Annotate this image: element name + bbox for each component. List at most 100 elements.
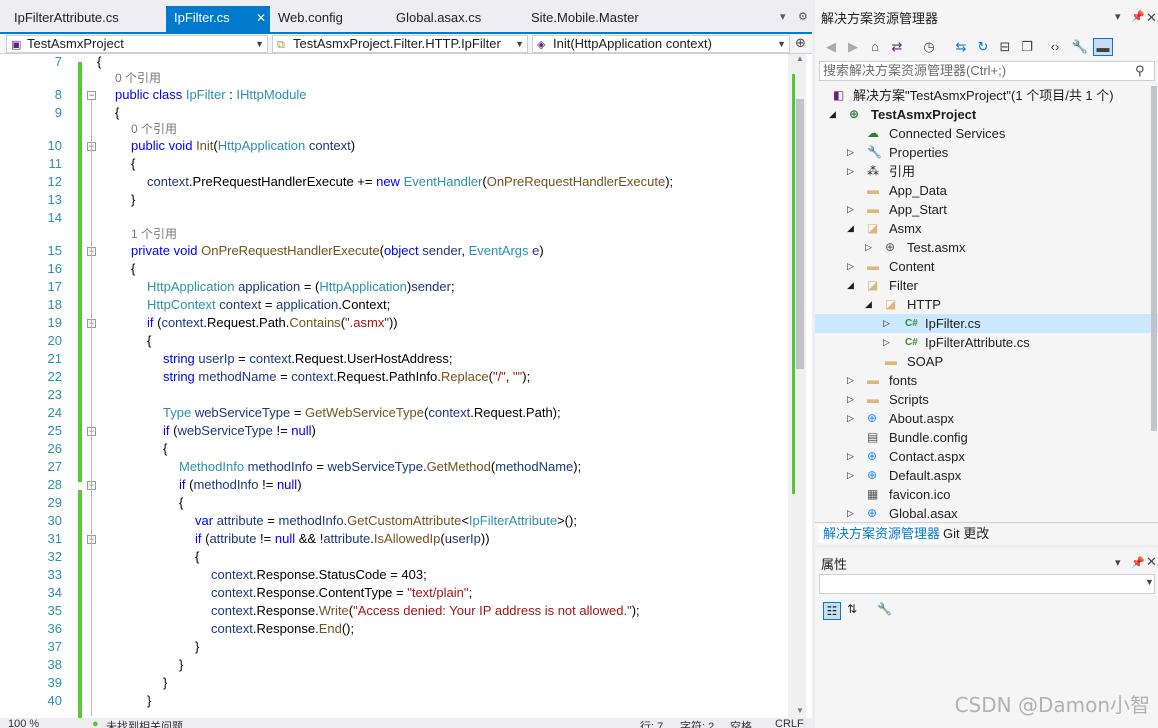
tree-item-filter[interactable]: ◢ ◪ Filter xyxy=(815,276,1158,295)
collapsed-arrow-icon[interactable]: ▷ xyxy=(847,371,854,390)
properties-wrench-icon[interactable]: 🔧 xyxy=(1070,38,1090,56)
alphabetical-sort-icon[interactable]: ⇅ xyxy=(847,602,857,616)
class-reference-count[interactable]: 0 个引用 xyxy=(115,71,161,85)
fold-guide-line xyxy=(91,544,92,654)
refresh-icon[interactable]: ↻ xyxy=(973,38,993,56)
forward-icon[interactable]: ▶ xyxy=(843,38,863,56)
solution-search-input[interactable]: 搜索解决方案资源管理器(Ctrl+;) xyxy=(819,61,1155,81)
panel-menu-icon[interactable]: ▾ xyxy=(1115,556,1121,569)
tree-item-project[interactable]: ◢ ⊕ TestAsmxProject xyxy=(815,105,1158,124)
line-number: 40 xyxy=(47,693,62,708)
code-line-24: Type webServiceType = GetWebServiceType(… xyxy=(163,405,561,420)
home-icon[interactable]: ⌂ xyxy=(865,38,885,56)
tree-item-app-start[interactable]: ▷ ▬ App_Start xyxy=(815,200,1158,219)
pin-icon[interactable]: 📌 xyxy=(1131,556,1145,569)
tree-item-ipfilterattribute-cs[interactable]: ▷ C# IpFilterAttribute.cs xyxy=(815,333,1158,352)
type-dropdown[interactable]: ⧉ TestAsmxProject.Filter.HTTP.IpFilter ▼ xyxy=(272,35,528,53)
collapsed-arrow-icon[interactable]: ▷ xyxy=(847,162,854,181)
tree-item-content[interactable]: ▷ ▬ Content xyxy=(815,257,1158,276)
tree-item-references[interactable]: ▷ ⁂ 引用 xyxy=(815,162,1158,181)
collapsed-arrow-icon[interactable]: ▷ xyxy=(847,504,854,523)
expanded-arrow-icon[interactable]: ◢ xyxy=(847,219,854,238)
tab-git-changes[interactable]: Git 更改 xyxy=(939,525,993,543)
collapse-region-icon[interactable]: − xyxy=(87,91,96,100)
tab-ipfilterattribute-cs[interactable]: IpFilterAttribute.cs xyxy=(6,6,156,30)
handler-reference-count[interactable]: 1 个引用 xyxy=(131,227,177,241)
tree-item-solution[interactable]: ◧ 解决方案"TestAsmxProject"(1 个项目/共 1 个) xyxy=(815,86,1158,105)
collapsed-arrow-icon[interactable]: ▷ xyxy=(847,143,854,162)
tree-item-test-asmx[interactable]: ▷ ⊕ Test.asmx xyxy=(815,238,1158,257)
zoom-level[interactable]: 100 % xyxy=(8,718,39,728)
tree-item-contact-aspx[interactable]: ▷ ⊕ Contact.aspx xyxy=(815,447,1158,466)
tree-item-connected-services[interactable]: ☁ Connected Services xyxy=(815,124,1158,143)
back-icon[interactable]: ◀ xyxy=(821,38,841,56)
tree-item-soap[interactable]: ▬ SOAP xyxy=(815,352,1158,371)
code-line-13: } xyxy=(131,192,136,207)
eol-indicator[interactable]: CRLF xyxy=(775,718,804,728)
init-reference-count[interactable]: 0 个引用 xyxy=(131,122,177,136)
tree-item-http[interactable]: ◢ ◪ HTTP xyxy=(815,295,1158,314)
split-editor-icon[interactable]: ⊕ xyxy=(795,35,806,51)
scroll-up-icon[interactable]: ▲ xyxy=(796,54,804,63)
tab-web-config[interactable]: Web.config xyxy=(270,6,380,30)
collapsed-arrow-icon[interactable]: ▷ xyxy=(865,238,872,257)
close-tab-icon[interactable]: ✕ xyxy=(256,6,266,30)
pending-changes-filter-icon[interactable]: ◷ xyxy=(919,38,939,56)
tree-item-about-aspx[interactable]: ▷ ⊕ About.aspx xyxy=(815,409,1158,428)
tree-item-ipfilter-cs[interactable]: ▷ C# IpFilter.cs xyxy=(815,314,1158,333)
tree-item-global-asax[interactable]: ▷ ⊕ Global.asax xyxy=(815,504,1158,523)
scroll-down-icon[interactable]: ▼ xyxy=(796,706,804,715)
tree-item-asmx[interactable]: ◢ ◪ Asmx xyxy=(815,219,1158,238)
line-number: 16 xyxy=(47,261,62,276)
scrollbar-thumb[interactable] xyxy=(796,99,804,369)
tree-item-scripts[interactable]: ▷ ▬ Scripts xyxy=(815,390,1158,409)
tree-item-favicon-ico[interactable]: ▦ favicon.ico xyxy=(815,485,1158,504)
close-icon[interactable]: ✕ xyxy=(1146,554,1157,570)
gear-icon[interactable]: ⚙ xyxy=(798,10,808,23)
collapsed-arrow-icon[interactable]: ▷ xyxy=(847,200,854,219)
close-icon[interactable]: ✕ xyxy=(1146,10,1157,26)
panel-menu-icon[interactable]: ▾ xyxy=(1115,10,1121,23)
collapsed-arrow-icon[interactable]: ▷ xyxy=(847,390,854,409)
tree-scrollbar-thumb[interactable] xyxy=(1151,86,1157,431)
collapsed-arrow-icon[interactable]: ▷ xyxy=(847,447,854,466)
expanded-arrow-icon[interactable]: ◢ xyxy=(865,295,872,314)
tree-item-app-data[interactable]: ▬ App_Data xyxy=(815,181,1158,200)
show-all-files-icon[interactable]: ❐ xyxy=(1017,38,1037,56)
tab-solution-explorer[interactable]: 解决方案资源管理器 xyxy=(819,525,945,543)
tree-item-properties[interactable]: ▷ 🔧 Properties xyxy=(815,143,1158,162)
search-icon[interactable]: ⚲ xyxy=(1135,63,1145,79)
spaces-indicator[interactable]: 空格 xyxy=(730,718,752,728)
switch-views-icon[interactable]: ⇄ xyxy=(887,38,907,56)
collapse-all-icon[interactable]: ⊟ xyxy=(995,38,1015,56)
expanded-arrow-icon[interactable]: ◢ xyxy=(829,105,836,124)
tab-ipfilter-cs[interactable]: IpFilter.cs ✕ xyxy=(166,6,270,32)
properties-object-selector[interactable] xyxy=(819,574,1155,594)
project-dropdown[interactable]: ▣ TestAsmxProject ▼ xyxy=(6,35,268,53)
chevron-down-icon[interactable]: ▼ xyxy=(1145,577,1154,587)
property-pages-icon[interactable]: 🔧 xyxy=(877,602,892,616)
code-editor[interactable]: 7 8 9 10 11 12 13 14 15 16 17 18 19 20 21 22 23 24 25 26 27 2… xyxy=(0,54,812,718)
collapsed-arrow-icon[interactable]: ▷ xyxy=(883,314,890,333)
tab-global-asax-cs[interactable]: Global.asax.cs xyxy=(388,6,516,30)
tab-overflow-dropdown-icon[interactable]: ▾ xyxy=(780,10,786,23)
collapsed-arrow-icon[interactable]: ▷ xyxy=(847,257,854,276)
collapsed-arrow-icon[interactable]: ▷ xyxy=(847,409,854,428)
sync-icon[interactable]: ⇆ xyxy=(951,38,971,56)
expanded-arrow-icon[interactable]: ◢ xyxy=(847,276,854,295)
categorized-icon[interactable]: ☷ xyxy=(823,602,841,620)
folder-icon: ▬ xyxy=(867,392,879,406)
preview-selected-icon[interactable]: ▬ xyxy=(1093,38,1113,56)
tree-item-default-aspx[interactable]: ▷ ⊕ Default.aspx xyxy=(815,466,1158,485)
collapsed-arrow-icon[interactable]: ▷ xyxy=(883,333,890,352)
collapsed-arrow-icon[interactable]: ▷ xyxy=(847,466,854,485)
tree-item-fonts[interactable]: ▷ ▬ fonts xyxy=(815,371,1158,390)
tree-item-bundle-config[interactable]: ▤ Bundle.config xyxy=(815,428,1158,447)
view-code-icon[interactable]: ‹› xyxy=(1045,38,1065,56)
tree-item-label: Default.aspx xyxy=(889,468,962,483)
tab-site-mobile-master[interactable]: Site.Mobile.Master xyxy=(523,6,663,30)
member-dropdown[interactable]: ◈ Init(HttpApplication context) ▼ xyxy=(532,35,790,53)
pin-icon[interactable]: 📌 xyxy=(1131,10,1145,23)
issues-status[interactable]: 未找到相关问题 xyxy=(106,718,183,728)
ico-file-icon: ▦ xyxy=(867,487,879,501)
